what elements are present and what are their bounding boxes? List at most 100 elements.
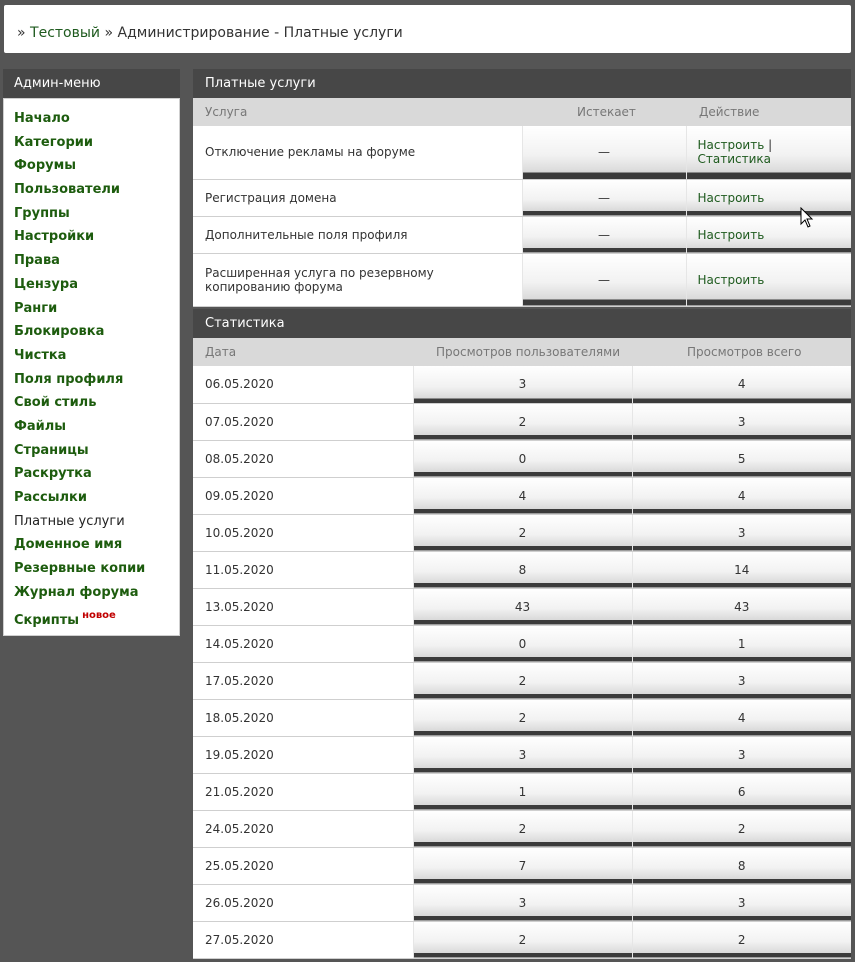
stat-total-views: 3 — [631, 884, 851, 922]
table-row: 26.05.2020 3 3 — [193, 884, 851, 922]
sidebar-item-label: Блокировка — [14, 324, 105, 340]
sidebar-item[interactable]: Пользователи — [4, 178, 179, 202]
sidebar-item-label: Пользователи — [14, 182, 121, 198]
stat-date: 13.05.2020 — [193, 588, 413, 626]
service-actions: Настроить — [685, 216, 851, 254]
stat-date: 19.05.2020 — [193, 736, 413, 774]
service-expires: — — [521, 126, 686, 180]
service-name: Дополнительные поля профиля — [193, 216, 522, 254]
stat-user-views: 4 — [412, 477, 632, 515]
service-name: Расширенная услуга по резервному копиров… — [193, 253, 522, 307]
sidebar-item[interactable]: Настройки — [4, 225, 179, 249]
services-section-title: Платные услуги — [193, 69, 851, 98]
services-table: Отключение рекламы на форуме — Настроить |… — [193, 126, 851, 307]
service-name: Регистрация домена — [193, 179, 522, 217]
stat-date: 21.05.2020 — [193, 773, 413, 811]
table-row: Расширенная услуга по резервному копиров… — [193, 253, 851, 307]
sidebar-item[interactable]: Доменное имя — [4, 533, 179, 557]
sidebar-item[interactable]: Форумы — [4, 154, 179, 178]
sidebar-item[interactable]: Блокировка — [4, 320, 179, 344]
stat-user-views: 3 — [412, 884, 632, 922]
sidebar-item-label: Начало — [14, 111, 70, 126]
table-row: 14.05.2020 0 1 — [193, 625, 851, 663]
stat-user-views: 2 — [412, 403, 632, 441]
sidebar-item-label: Платные услуги — [14, 513, 125, 529]
sidebar-item[interactable]: Файлы — [4, 415, 179, 439]
sidebar-item[interactable]: Права — [4, 249, 179, 273]
table-row: 21.05.2020 1 6 — [193, 773, 851, 811]
configure-link[interactable]: Настроить — [698, 228, 765, 242]
service-expires: — — [521, 253, 686, 307]
breadcrumb-arrow: » — [17, 25, 26, 41]
stat-total-views: 4 — [631, 477, 851, 515]
service-expires: — — [521, 216, 686, 254]
table-row: 08.05.2020 0 5 — [193, 440, 851, 478]
stat-total-views: 3 — [631, 662, 851, 700]
statistics-link[interactable]: Статистика — [698, 152, 772, 166]
stat-user-views: 2 — [412, 810, 632, 848]
stat-user-views: 0 — [412, 440, 632, 478]
column-header-action: Действие — [699, 105, 760, 119]
stat-user-views: 2 — [412, 921, 632, 959]
stat-user-views: 43 — [412, 588, 632, 626]
sidebar-item-label: Права — [14, 253, 60, 269]
admin-menu: Начало Категории Форумы Пользователи Группы Н… — [3, 98, 180, 636]
stat-total-views: 6 — [631, 773, 851, 811]
sidebar-item[interactable]: Ранги — [4, 297, 179, 321]
stat-date: 08.05.2020 — [193, 440, 413, 478]
stat-date: 07.05.2020 — [193, 403, 413, 441]
configure-link[interactable]: Настроить — [698, 191, 765, 205]
configure-link[interactable]: Настроить — [698, 138, 765, 152]
stats-table-header: Дата Просмотров пользователями Просмотро… — [193, 338, 851, 366]
table-row: 11.05.2020 8 14 — [193, 551, 851, 589]
sidebar-item[interactable]: Резервные копии — [4, 557, 179, 581]
stat-user-views: 2 — [412, 699, 632, 737]
stat-total-views: 2 — [631, 921, 851, 959]
sidebar-item[interactable]: Чистка — [4, 344, 179, 368]
sidebar-item-label: Категории — [14, 134, 93, 150]
service-actions: Настроить | Статистика — [685, 126, 851, 180]
sidebar-item[interactable]: Категории — [4, 131, 179, 155]
sidebar-item[interactable]: Раскрутка — [4, 462, 179, 486]
configure-link[interactable]: Настроить — [698, 273, 765, 287]
sidebar-item-label: Форумы — [14, 158, 76, 174]
sidebar-item[interactable]: Свой стиль — [4, 391, 179, 415]
sidebar-item[interactable]: Журнал форума — [4, 581, 179, 605]
breadcrumb-arrow: » — [104, 25, 114, 41]
stat-date: 09.05.2020 — [193, 477, 413, 515]
new-badge: новое — [82, 610, 116, 622]
stat-date: 14.05.2020 — [193, 625, 413, 663]
sidebar-item[interactable]: Группы — [4, 202, 179, 226]
column-header-total-views: Просмотров всего — [687, 345, 802, 359]
stat-date: 25.05.2020 — [193, 847, 413, 885]
sidebar-item[interactable]: Страницы — [4, 439, 179, 463]
sidebar-item-label: Ранги — [14, 300, 58, 316]
service-actions: Настроить — [685, 179, 851, 217]
breadcrumb-site-link[interactable]: Тестовый — [30, 25, 100, 41]
stat-total-views: 1 — [631, 625, 851, 663]
column-header-user-views: Просмотров пользователями — [436, 345, 621, 359]
breadcrumb-current: Администрирование - Платные услуги — [117, 25, 403, 41]
column-header-expires: Истекает — [577, 105, 636, 119]
sidebar-item-label: Поля профиля — [14, 371, 124, 387]
sidebar-item[interactable]: Скрипты новое — [4, 604, 179, 628]
column-header-date: Дата — [205, 345, 237, 359]
service-actions: Настроить — [685, 253, 851, 307]
stat-total-views: 4 — [631, 366, 851, 404]
table-row: 25.05.2020 7 8 — [193, 847, 851, 885]
sidebar-item[interactable]: Рассылки — [4, 486, 179, 510]
stat-total-views: 8 — [631, 847, 851, 885]
sidebar-item-label: Настройки — [14, 229, 95, 245]
column-header-service: Услуга — [205, 105, 248, 119]
service-name: Отключение рекламы на форуме — [193, 126, 522, 180]
table-row: 17.05.2020 2 3 — [193, 662, 851, 700]
sidebar-item[interactable]: Платные услуги — [4, 510, 179, 534]
stat-user-views: 2 — [412, 514, 632, 552]
sidebar-item-label: Резервные копии — [14, 561, 146, 577]
service-expires: — — [521, 179, 686, 217]
sidebar-item[interactable]: Цензура — [4, 273, 179, 297]
table-row: Регистрация домена — Настроить — [193, 179, 851, 217]
sidebar-item[interactable]: Поля профиля — [4, 368, 179, 392]
stat-date: 10.05.2020 — [193, 514, 413, 552]
sidebar-item[interactable]: Начало — [4, 107, 179, 131]
